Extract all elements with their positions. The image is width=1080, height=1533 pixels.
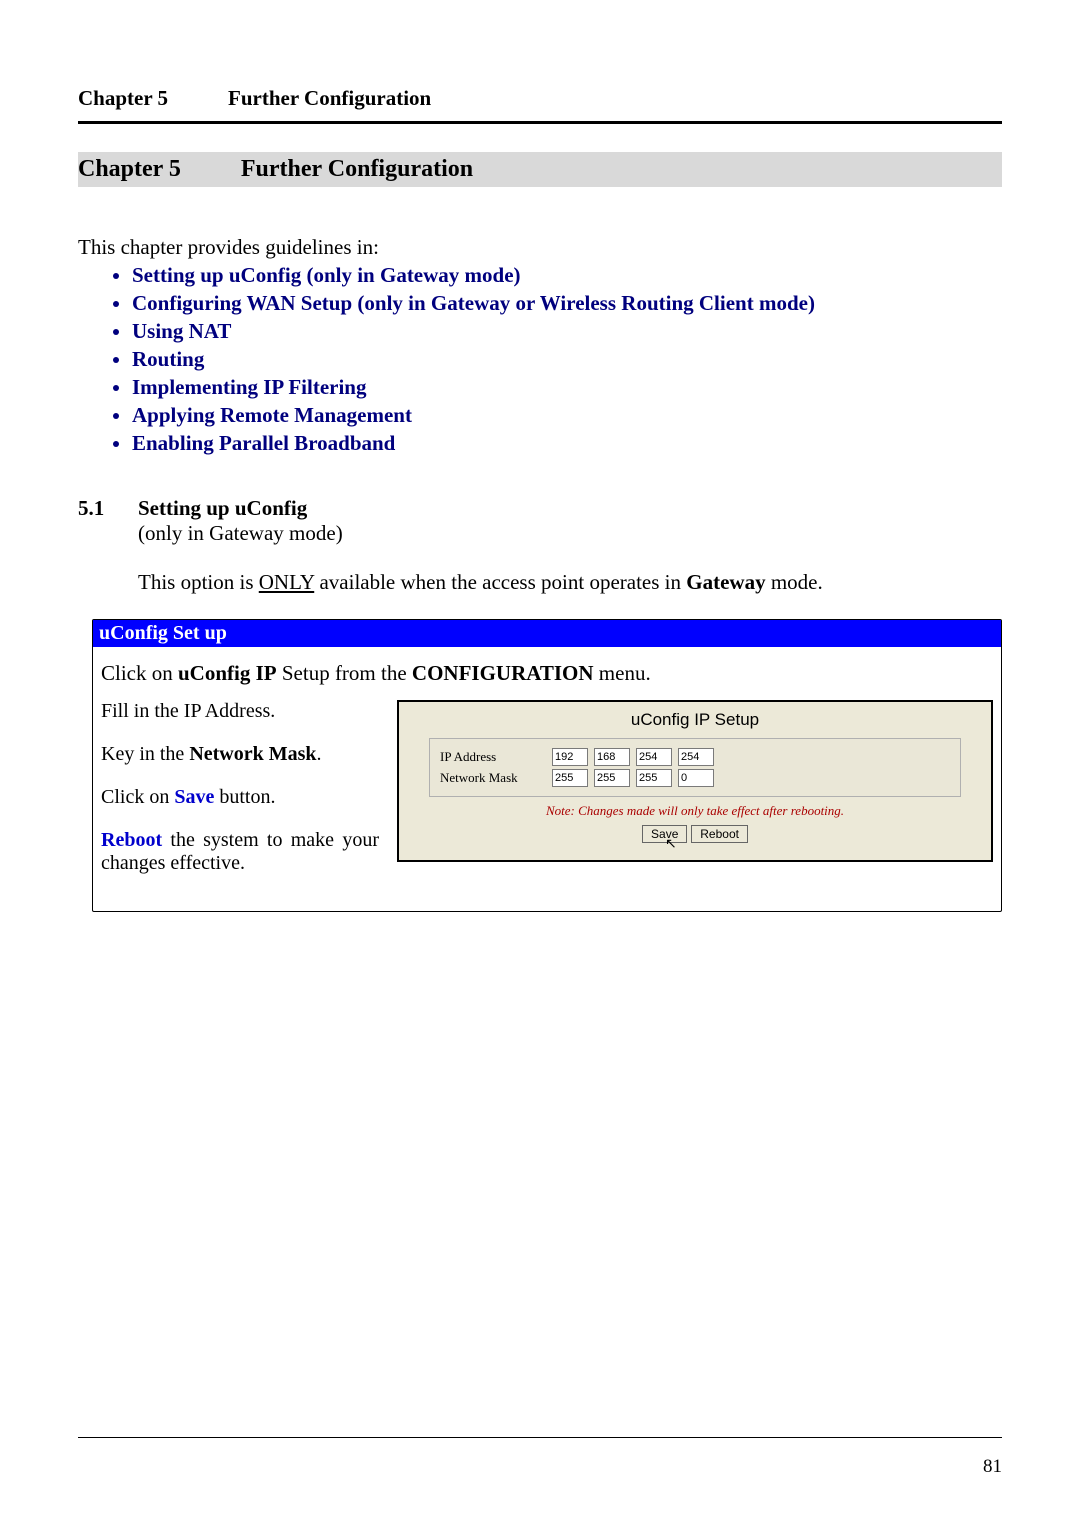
ip-octet-2[interactable]: 168: [594, 748, 630, 766]
footer-rule: [78, 1437, 1002, 1438]
setup-box-header: uConfig Set up: [93, 620, 1001, 647]
topics-list: Setting up uConfig (only in Gateway mode…: [78, 263, 1002, 456]
shot-title: uConfig IP Setup: [399, 702, 991, 734]
topic-item: Routing: [132, 347, 1002, 372]
header-chapter-title: Further Configuration: [228, 86, 431, 110]
setup-body-columns: Fill in the IP Address. Key in the Netwo…: [93, 688, 1001, 911]
setup-instruction-line: Click on uConfig IP Setup from the CONFI…: [93, 647, 1001, 688]
network-mask-label: Network Mask: [440, 770, 552, 786]
text: .: [317, 743, 322, 765]
text: Click on: [101, 786, 174, 808]
document-page: Chapter 5 Further Configuration Chapter 5…: [0, 0, 1080, 1533]
ip-octet-3[interactable]: 254: [636, 748, 672, 766]
mask-octet-1[interactable]: 255: [552, 769, 588, 787]
text-bold: uConfig IP: [178, 661, 277, 685]
body-text: This option is: [138, 570, 259, 594]
mask-octet-2[interactable]: 255: [594, 769, 630, 787]
save-emphasis: Save: [174, 786, 214, 808]
network-mask-row: Network Mask 255 255 255 0: [440, 769, 950, 787]
form-panel: IP Address 192 168 254 254 Network Mask …: [429, 738, 961, 797]
ip-octet-4[interactable]: 254: [678, 748, 714, 766]
step-fill-ip: Fill in the IP Address.: [101, 700, 379, 723]
page-number: 81: [983, 1456, 1002, 1478]
setup-left-column: Fill in the IP Address. Key in the Netwo…: [101, 700, 379, 895]
text-bold: Network Mask: [189, 743, 316, 765]
chapter-label: Chapter 5: [78, 156, 181, 182]
section-body: This option is ONLY available when the a…: [138, 570, 1002, 595]
step-network-mask: Key in the Network Mask.: [101, 743, 379, 766]
save-button[interactable]: Save ↖: [642, 825, 687, 843]
text: Key in the: [101, 743, 189, 765]
ip-address-row: IP Address 192 168 254 254: [440, 748, 950, 766]
body-gateway: Gateway: [686, 570, 765, 594]
step-reboot: Reboot the system to make your changes e…: [101, 829, 379, 875]
header-rule: [78, 121, 1002, 124]
mask-octet-4[interactable]: 0: [678, 769, 714, 787]
topic-item: Using NAT: [132, 319, 1002, 344]
reboot-button[interactable]: Reboot: [691, 825, 748, 843]
topic-item: Enabling Parallel Broadband: [132, 431, 1002, 456]
text: button.: [214, 786, 275, 808]
running-header: Chapter 5 Further Configuration: [78, 86, 1002, 111]
intro-text: This chapter provides guidelines in:: [78, 235, 1002, 260]
topic-item: Implementing IP Filtering: [132, 375, 1002, 400]
reboot-emphasis: Reboot: [101, 829, 162, 851]
save-button-label: Save: [651, 827, 678, 841]
section-title: Setting up uConfig: [138, 496, 307, 521]
step-click-save: Click on Save button.: [101, 786, 379, 809]
mask-octet-3[interactable]: 255: [636, 769, 672, 787]
text: menu.: [594, 661, 651, 685]
body-text: available when the access point operates…: [314, 570, 686, 594]
chapter-heading-bar: Chapter 5 Further Configuration: [78, 152, 1002, 187]
header-chapter-label: Chapter 5: [78, 86, 168, 110]
topic-item: Setting up uConfig (only in Gateway mode…: [132, 263, 1002, 288]
section-heading: 5.1 Setting up uConfig: [78, 496, 1002, 521]
uconfig-setup-box: uConfig Set up Click on uConfig IP Setup…: [92, 619, 1002, 912]
section-subnote: (only in Gateway mode): [138, 521, 1002, 546]
ip-octet-1[interactable]: 192: [552, 748, 588, 766]
section-number: 5.1: [78, 496, 138, 521]
body-only: ONLY: [259, 570, 314, 594]
text-bold: CONFIGURATION: [412, 661, 594, 685]
text: Click on: [101, 661, 178, 685]
body-text: mode.: [766, 570, 823, 594]
topic-item: Applying Remote Management: [132, 403, 1002, 428]
chapter-title: Further Configuration: [241, 156, 473, 182]
button-row: Save ↖ Reboot: [399, 825, 991, 843]
ip-address-label: IP Address: [440, 749, 552, 765]
topic-item: Configuring WAN Setup (only in Gateway o…: [132, 291, 1002, 316]
reboot-note: Note: Changes made will only take effect…: [399, 803, 991, 819]
embedded-screenshot: uConfig IP Setup IP Address 192 168 254 …: [397, 700, 993, 862]
text: Setup from the: [277, 661, 412, 685]
